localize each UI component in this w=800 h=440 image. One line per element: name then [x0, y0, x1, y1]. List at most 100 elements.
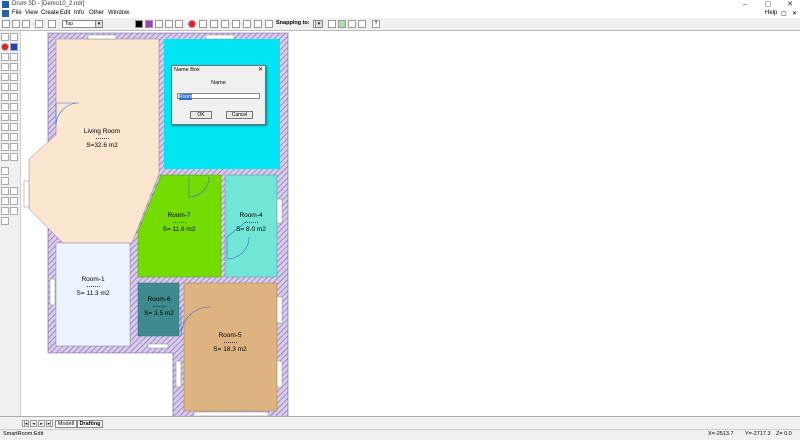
polyline-tool-icon[interactable]	[10, 103, 18, 111]
room-label-living[interactable]: Living Room	[62, 128, 142, 135]
menu-help[interactable]: Help	[765, 10, 777, 16]
snap-color-icon[interactable]	[338, 20, 346, 28]
pan-icon[interactable]	[10, 33, 18, 41]
layers-icon[interactable]	[48, 20, 56, 28]
roof-tool-icon[interactable]	[10, 93, 18, 101]
measure-icon[interactable]	[243, 20, 251, 28]
stair-tool-icon[interactable]	[1, 93, 9, 101]
snapping-select[interactable]: ▾	[313, 20, 323, 28]
trim-icon[interactable]	[1, 153, 9, 161]
dialog-close-button[interactable]: ✕	[258, 66, 263, 73]
minimize-button[interactable]: –	[737, 0, 753, 9]
record-icon[interactable]	[188, 20, 196, 28]
render-color-icon[interactable]	[145, 20, 153, 28]
grid-view-icon[interactable]	[1, 197, 9, 205]
ellipse-tool-icon[interactable]	[10, 113, 18, 121]
extend-icon[interactable]	[10, 153, 18, 161]
node-icon[interactable]	[1, 207, 9, 215]
list-icon[interactable]	[10, 187, 18, 195]
chevron-down-icon: ▾	[95, 21, 102, 27]
snap-grid-icon[interactable]	[328, 20, 336, 28]
arc-icon[interactable]	[210, 20, 218, 28]
snap-point-icon[interactable]	[348, 20, 356, 28]
room-label-7[interactable]: Room-7	[139, 212, 219, 219]
doc-restore-button[interactable]: ▢	[781, 10, 787, 17]
wave-icon[interactable]	[1, 217, 9, 225]
open-folder-icon[interactable]	[12, 20, 20, 28]
last-tab-icon[interactable]: ▸|	[46, 420, 53, 427]
zoom-in-icon[interactable]	[165, 20, 173, 28]
curve-icon[interactable]	[199, 20, 207, 28]
ok-button[interactable]: OK	[190, 111, 212, 119]
menu-info[interactable]: Info	[74, 10, 84, 16]
room-area-4: S= 8.0 m2	[236, 226, 266, 233]
new-file-icon[interactable]	[2, 20, 10, 28]
room-area-living: S=32.6 m2	[86, 142, 118, 149]
wall-tool-icon[interactable]	[1, 73, 9, 81]
room-label-6[interactable]: Room-6	[119, 296, 199, 303]
menu-create[interactable]: Create	[41, 10, 59, 16]
menu-window[interactable]: Window	[108, 10, 129, 16]
scale-icon[interactable]	[10, 73, 18, 81]
doc-icon[interactable]	[2, 10, 9, 17]
red-ball-icon[interactable]	[1, 43, 9, 51]
menu-view[interactable]: View	[25, 10, 38, 16]
render-black-icon[interactable]	[135, 20, 143, 28]
copy-icon[interactable]	[1, 143, 9, 151]
properties-icon[interactable]	[1, 177, 9, 185]
pencil-icon[interactable]	[254, 20, 262, 28]
status-z: Z= 0.0	[776, 431, 792, 437]
select-arrow-icon[interactable]	[1, 33, 9, 41]
grid-icon[interactable]	[232, 20, 240, 28]
rotate-icon[interactable]	[10, 53, 18, 61]
next-tab-icon[interactable]: ▸	[38, 420, 45, 427]
room-label-4[interactable]: Room-4	[211, 212, 291, 219]
layer-icon[interactable]	[1, 167, 9, 175]
room-label-1[interactable]: Room-1	[53, 276, 133, 283]
prev-tab-icon[interactable]: ◂	[30, 420, 37, 427]
doc-close-button[interactable]: ✕	[792, 10, 797, 17]
tab-drafting[interactable]: Drafting	[77, 420, 103, 428]
zoom-window-icon[interactable]	[155, 20, 163, 28]
door-tool-icon[interactable]	[1, 83, 9, 91]
room-label-5[interactable]: Room-5	[190, 332, 270, 339]
hatch-tool-icon[interactable]	[10, 123, 18, 131]
print-icon[interactable]	[35, 20, 43, 28]
line-tool-icon[interactable]	[1, 103, 9, 111]
mirror-icon[interactable]	[10, 143, 18, 151]
save-icon[interactable]	[22, 20, 30, 28]
person-icon[interactable]	[1, 133, 9, 141]
image-icon[interactable]	[10, 197, 18, 205]
first-tab-icon[interactable]: |◂	[22, 420, 29, 427]
link-icon[interactable]	[10, 207, 18, 215]
drawing-canvas[interactable]: Living Room S=32.6 m2 Room-1 S= 11.3 m2 …	[21, 31, 800, 416]
window-bottom-left	[147, 343, 169, 349]
tab-modell[interactable]: Modell	[55, 420, 77, 428]
hatch-icon[interactable]	[221, 20, 229, 28]
label-divider	[245, 222, 258, 223]
room-area-7: S= 11.6 m2	[162, 226, 196, 233]
menu-file[interactable]: File	[12, 10, 22, 16]
zoom-out-icon[interactable]	[175, 20, 183, 28]
help-button[interactable]: ?	[372, 20, 380, 28]
move-icon[interactable]	[1, 63, 9, 71]
table-icon[interactable]	[1, 187, 9, 195]
maximize-button[interactable]: ▢	[760, 0, 776, 9]
cross-icon[interactable]	[10, 63, 18, 71]
dialog-title: Name Box	[174, 67, 200, 73]
cancel-button[interactable]: Cancel	[226, 111, 253, 119]
text-icon[interactable]	[10, 43, 18, 51]
circle-tool-icon[interactable]	[1, 53, 9, 61]
arc-tool-icon[interactable]	[1, 113, 9, 121]
window-tool-icon[interactable]	[10, 83, 18, 91]
status-bar: SmartRoom:Edit X=-2513.7 Y=-2717.3 Z= 0.…	[0, 429, 800, 440]
menu-other[interactable]: Other	[89, 10, 104, 16]
snap-line-icon[interactable]	[358, 20, 366, 28]
name-input[interactable]: Room	[177, 93, 260, 100]
furniture-icon[interactable]	[10, 133, 18, 141]
menu-edit[interactable]: Edit	[60, 10, 70, 16]
camera-icon[interactable]	[265, 20, 273, 28]
view-select[interactable]: Top ▾	[62, 20, 103, 28]
close-button[interactable]: ✕	[782, 0, 798, 9]
dimension-tool-icon[interactable]	[1, 123, 9, 131]
